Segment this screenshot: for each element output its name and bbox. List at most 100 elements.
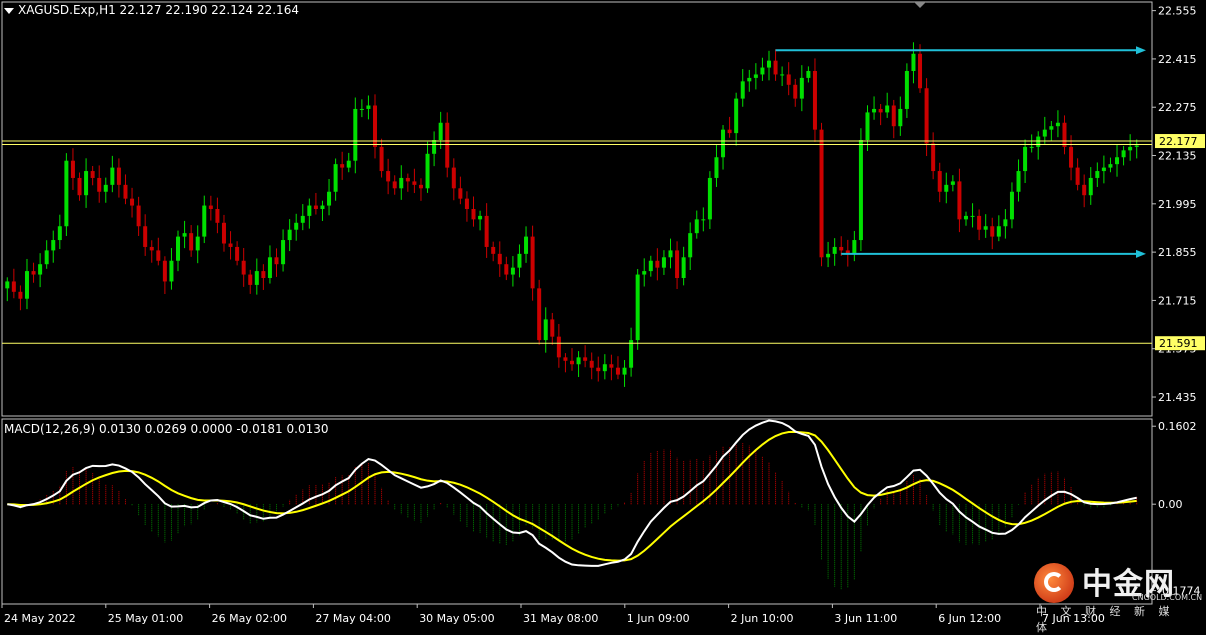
candle-body — [1088, 177, 1093, 196]
candle-body — [366, 105, 371, 109]
time-tick-label: 25 May 01:00 — [108, 612, 183, 625]
candle-body — [734, 98, 739, 134]
brand-tagline: 中 文 财 经 新 媒 体 — [1036, 605, 1175, 634]
candle-body — [543, 319, 548, 341]
candle-body — [458, 188, 463, 199]
brand-url: CNGOLD.COM.CN — [1132, 593, 1203, 602]
candle-body — [681, 257, 686, 278]
candle-body — [931, 143, 936, 172]
candle-body — [1101, 167, 1106, 172]
price-tick-label: 22.275 — [1158, 101, 1197, 114]
candle-body — [57, 226, 62, 241]
candle-body — [432, 140, 437, 154]
candle-body — [1134, 145, 1139, 147]
candle-body — [31, 271, 36, 275]
candle-body — [64, 160, 69, 227]
macd-header: MACD(12,26,9) 0.0130 0.0269 0.0000 -0.01… — [4, 422, 329, 436]
candle-body — [977, 215, 982, 230]
candle-body — [550, 319, 555, 337]
candle-body — [123, 184, 128, 199]
candle-body — [688, 233, 693, 258]
time-tick-label: 27 May 04:00 — [315, 612, 390, 625]
candle-body — [675, 250, 680, 278]
macd-panel-frame — [1, 418, 1153, 605]
time-tick-label: 6 Jun 12:00 — [938, 612, 1001, 625]
candle-body — [563, 357, 568, 361]
candle-body — [707, 177, 712, 220]
candle-body — [1115, 157, 1120, 165]
candle-body — [872, 108, 877, 113]
candle-body — [169, 260, 174, 282]
candle-body — [911, 53, 916, 71]
candle-body — [799, 77, 804, 99]
candle-body — [990, 226, 995, 237]
candle-body — [235, 246, 240, 261]
chart-menu-arrow-icon[interactable] — [4, 8, 14, 14]
candle-body — [839, 246, 844, 251]
price-tick-label: 21.715 — [1158, 294, 1197, 307]
candle-body — [1036, 136, 1041, 147]
time-tick-label: 1 Jun 09:00 — [627, 612, 690, 625]
candle-body — [261, 271, 266, 278]
candle-body — [878, 108, 883, 113]
candle-body — [379, 146, 384, 172]
candle-body — [1082, 184, 1087, 196]
candle-body — [812, 71, 817, 130]
candle-body — [1042, 129, 1047, 137]
candle-body — [819, 129, 824, 258]
candle-body — [1095, 171, 1100, 178]
candle-body — [661, 257, 666, 268]
candle-body — [524, 236, 529, 254]
shift-marker-icon — [914, 2, 926, 8]
candle-body — [504, 264, 509, 275]
macd-tick-label: 0.00 — [1158, 498, 1183, 511]
candle-body — [320, 205, 325, 209]
candle-body — [937, 171, 942, 192]
candle-body — [786, 74, 791, 85]
candle-body — [891, 105, 896, 127]
price-tick-label: 21.855 — [1158, 246, 1197, 259]
candle-body — [517, 253, 522, 268]
candle-body — [865, 112, 870, 140]
candle-body — [182, 233, 187, 237]
candle-body — [950, 181, 955, 185]
price-tick-label: 21.995 — [1158, 198, 1197, 211]
candle-body — [327, 191, 332, 206]
candle-body — [274, 257, 279, 265]
price-tick-label: 21.435 — [1158, 391, 1197, 404]
candle-body — [248, 274, 253, 285]
candle-body — [918, 53, 923, 89]
candle-body — [189, 233, 194, 251]
candle-body — [629, 340, 634, 368]
candle-body — [852, 240, 857, 254]
candle-body — [491, 246, 496, 254]
candle-body — [149, 246, 154, 251]
candle-body — [228, 243, 233, 247]
candle-body — [944, 184, 949, 192]
candle-body — [747, 77, 752, 82]
candle-body — [346, 160, 351, 168]
candle-body — [202, 205, 207, 237]
candle-body — [425, 153, 430, 189]
candle-body — [1128, 146, 1133, 151]
cngold-disc-icon — [1034, 563, 1074, 603]
candle-body — [996, 226, 1001, 237]
candle-body — [510, 267, 515, 275]
candle-body — [615, 367, 620, 375]
candle-body — [484, 215, 489, 247]
candle-body — [136, 205, 141, 227]
candle-body — [1121, 150, 1126, 158]
candle-body — [1069, 146, 1074, 168]
candle-body — [359, 108, 364, 110]
candle-body — [313, 205, 318, 209]
candle-body — [596, 367, 601, 372]
candle-body — [635, 274, 640, 341]
candle-body — [668, 250, 673, 258]
candle-body — [340, 164, 345, 168]
candle-body — [589, 360, 594, 368]
chart-window: 22.555 22.415 22.275 22.135 21.995 21.855 21.7… — [0, 0, 1206, 634]
candle-body — [701, 219, 706, 221]
candle-body — [530, 236, 535, 289]
candle-body — [176, 236, 181, 261]
candle-body — [221, 222, 226, 244]
